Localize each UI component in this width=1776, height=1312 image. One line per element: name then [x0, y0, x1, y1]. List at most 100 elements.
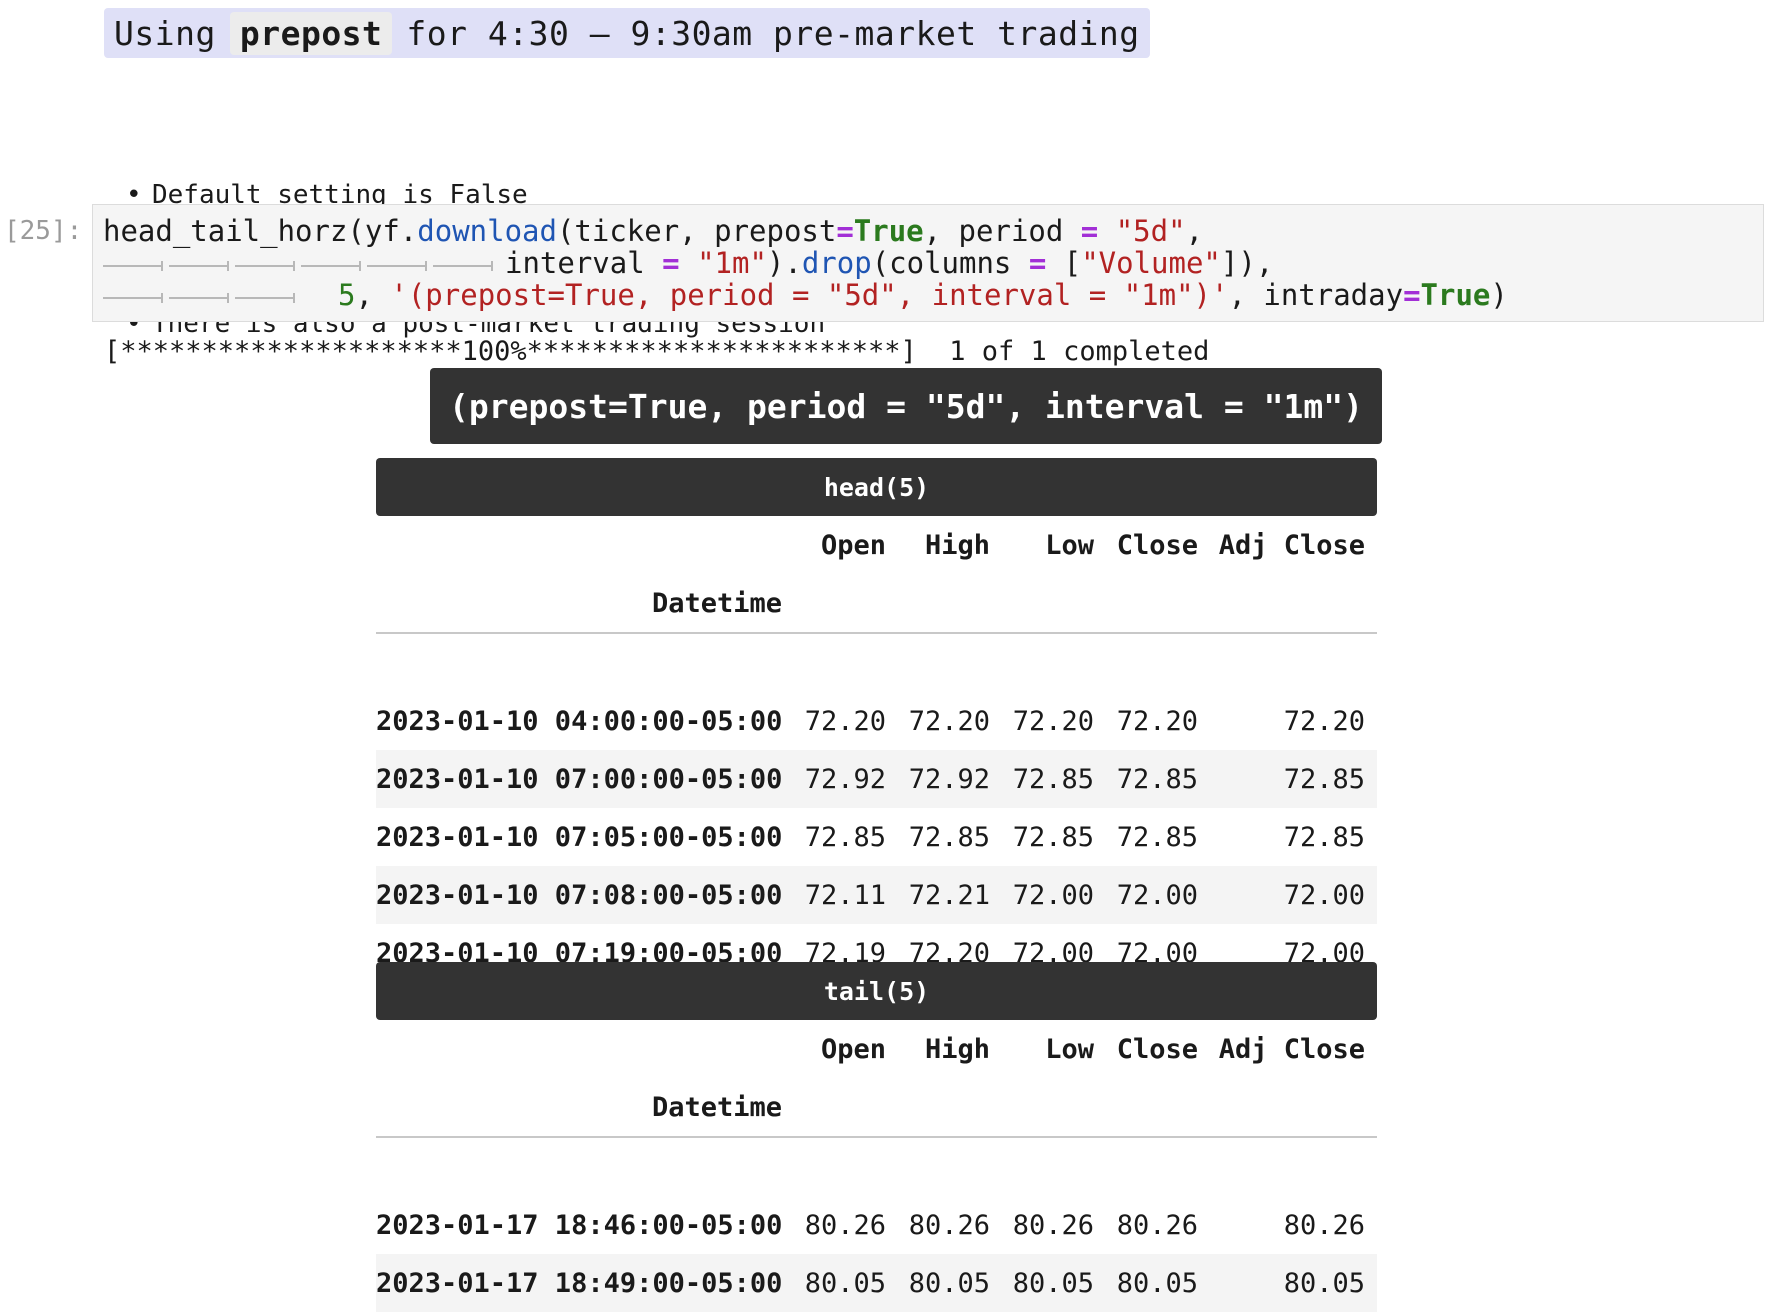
markdown-heading: Using prepost for 4:30 – 9:30am pre-market…	[104, 8, 1150, 58]
wrap-arrow-icon	[103, 261, 163, 271]
table-row: 2023-01-10 07:00:00-05:00 72.92 72.92 72…	[376, 750, 1377, 808]
download-progress-text: [*********************100%**************…	[104, 336, 1210, 367]
cell-low: 72.85	[1012, 763, 1094, 795]
cell-open: 72.11	[804, 879, 886, 911]
cell-close: 80.26	[1116, 1209, 1198, 1241]
wrap-arrow-icon	[169, 293, 229, 303]
code-token: )	[1490, 278, 1508, 312]
cell-open: 80.26	[804, 1209, 886, 1241]
code-token-keyword: True	[853, 214, 924, 248]
code-token: (columns	[871, 246, 1029, 280]
cell-low: 72.00	[1012, 879, 1094, 911]
code-token-function: drop	[801, 246, 872, 280]
cell-close: 72.85	[1116, 763, 1198, 795]
cell-high: 72.92	[908, 763, 990, 795]
head-dataframe-title: head(5)	[376, 458, 1377, 516]
cell-low: 80.05	[1012, 1267, 1094, 1299]
blank-header-cell	[1002, 1078, 1106, 1137]
cell-low: 80.26	[1012, 1209, 1094, 1241]
heading-text-post: for 4:30 – 9:30am pre-market trading	[406, 13, 1140, 53]
code-token: ,	[1185, 214, 1204, 248]
wrap-arrow-icon	[433, 261, 493, 271]
column-header: Open	[820, 529, 886, 561]
code-token-function: download	[417, 214, 557, 248]
cell-high: 80.26	[908, 1209, 990, 1241]
column-header: Close	[1116, 529, 1198, 561]
row-index: 2023-01-10 07:05:00-05:00	[376, 821, 783, 853]
tail-dataframe-title: tail(5)	[376, 962, 1377, 1020]
cell-close: 72.85	[1116, 821, 1198, 853]
row-index: 2023-01-10 07:08:00-05:00	[376, 879, 783, 911]
column-header: Low	[1045, 529, 1094, 561]
tail-dataframe: tail(5) Open High Low Close Adj Close Da…	[376, 962, 1377, 1312]
head-dataframe: head(5) Open High Low Close Adj Close Da…	[376, 458, 1377, 982]
code-token: interval	[505, 246, 663, 280]
table-row: 2023-01-10 04:00:00-05:00 72.20 72.20 72…	[376, 692, 1377, 750]
code-token: head_tail_horz(yf.	[103, 214, 418, 248]
column-header: Adj Close	[1218, 529, 1365, 561]
cell-open: 72.20	[804, 705, 886, 737]
spacer-row	[376, 1137, 1377, 1196]
line-wrap-indent-markers	[103, 293, 303, 303]
cell-adj-close: 72.20	[1283, 705, 1365, 737]
code-token: ).	[766, 246, 802, 280]
blank-header-cell	[794, 1078, 898, 1137]
cell-close: 80.05	[1116, 1267, 1198, 1299]
code-token-string: "5d"	[1115, 214, 1186, 248]
code-token-operator: =	[1080, 214, 1099, 248]
cell-open: 72.92	[804, 763, 886, 795]
blank-header-cell	[1002, 574, 1106, 633]
cell-execution-prompt: [25]:	[4, 216, 83, 246]
column-header-row: Open High Low Close Adj Close	[376, 516, 1377, 574]
column-header: Open	[820, 1033, 886, 1065]
spacer-row	[376, 633, 1377, 692]
cell-high: 72.20	[908, 705, 990, 737]
wrap-arrow-icon	[367, 261, 427, 271]
code-token: [	[1046, 246, 1082, 280]
code-token: , intraday	[1228, 278, 1404, 312]
line-wrap-indent-markers	[103, 261, 503, 271]
table-row: 2023-01-17 18:49:00-05:00 80.05 80.05 80…	[376, 1254, 1377, 1312]
column-header-row: Open High Low Close Adj Close	[376, 1020, 1377, 1078]
code-token-operator: =	[836, 214, 854, 248]
code-token: ]),	[1220, 246, 1274, 280]
code-line-1: head_tail_horz(yf.download(ticker, prepo…	[103, 215, 1203, 247]
code-token-operator: =	[1403, 278, 1421, 312]
code-token-string: '(prepost=True, period = "5d", interval …	[390, 278, 1229, 312]
row-index: 2023-01-17 18:49:00-05:00	[376, 1267, 783, 1299]
row-index: 2023-01-10 07:00:00-05:00	[376, 763, 783, 795]
wrap-arrow-icon	[235, 293, 295, 303]
cell-high: 72.21	[908, 879, 990, 911]
cell-adj-close: 80.26	[1283, 1209, 1365, 1241]
blank-header-cell	[376, 1020, 794, 1078]
table-row: 2023-01-10 07:08:00-05:00 72.11 72.21 72…	[376, 866, 1377, 924]
index-name-header: Datetime	[651, 1091, 782, 1123]
code-token-number: 5	[338, 278, 356, 312]
output-caption: (prepost=True, period = "5d", interval =…	[430, 368, 1382, 444]
code-token-keyword: True	[1420, 278, 1491, 312]
row-index: 2023-01-17 18:46:00-05:00	[376, 1209, 783, 1241]
spacer-cell	[376, 633, 1377, 692]
wrap-arrow-icon	[235, 261, 295, 271]
index-name-row: Datetime	[376, 1078, 1377, 1137]
row-index: 2023-01-10 04:00:00-05:00	[376, 705, 783, 737]
cell-adj-close: 80.05	[1283, 1267, 1365, 1299]
code-cell-editor[interactable]: head_tail_horz(yf.download(ticker, prepo…	[92, 204, 1764, 322]
wrap-arrow-icon	[301, 261, 361, 271]
cell-low: 72.85	[1012, 821, 1094, 853]
cell-low: 72.20	[1012, 705, 1094, 737]
cell-open: 72.85	[804, 821, 886, 853]
cell-adj-close: 72.00	[1283, 879, 1365, 911]
cell-close: 72.20	[1116, 705, 1198, 737]
cell-close: 72.00	[1116, 879, 1198, 911]
cell-high: 72.85	[908, 821, 990, 853]
spacer-cell	[376, 1137, 1377, 1196]
column-header: Close	[1116, 1033, 1198, 1065]
column-header: Adj Close	[1218, 1033, 1365, 1065]
cell-high: 80.05	[908, 1267, 990, 1299]
code-line-2: interval = "1m").drop(columns = ["Volume…	[505, 247, 1273, 279]
blank-header-cell	[898, 574, 1002, 633]
cell-adj-close: 72.85	[1283, 821, 1365, 853]
